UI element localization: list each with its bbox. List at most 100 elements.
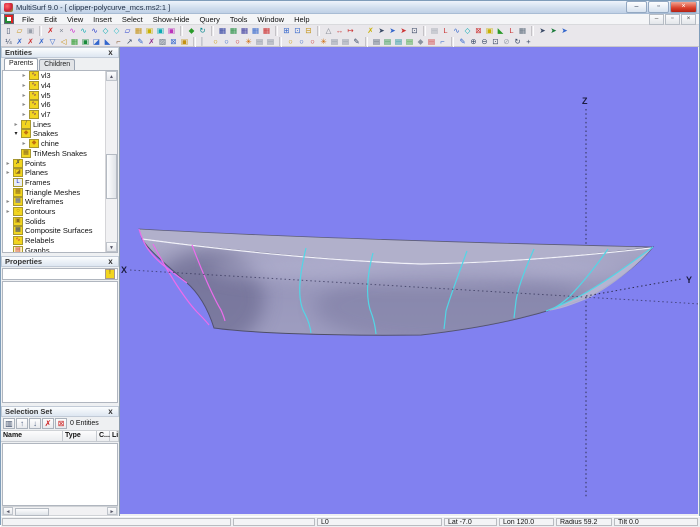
- rotate-view-button[interactable]: ↻: [512, 37, 523, 47]
- undo-button[interactable]: ↻: [197, 26, 208, 36]
- paste-special-button[interactable]: ▤: [404, 37, 415, 47]
- properties-close-icon[interactable]: x: [106, 257, 115, 266]
- zoom-out-button[interactable]: ⊖: [479, 37, 490, 47]
- expand-icon[interactable]: ▸: [5, 169, 11, 176]
- tree-item-frames[interactable]: LFrames: [3, 178, 106, 188]
- stamp-tool-button[interactable]: ▣: [179, 37, 190, 47]
- notes-pen-button[interactable]: ✎: [351, 37, 362, 47]
- tree-item-vl6[interactable]: ▸∿vl6: [3, 100, 106, 110]
- bulb-select-button[interactable]: ○: [296, 37, 307, 47]
- flag-red-button[interactable]: ▤: [426, 37, 437, 47]
- tree-item-vl5[interactable]: ▸∿vl5: [3, 90, 106, 100]
- hide-bulb-red-button[interactable]: ○: [232, 37, 243, 47]
- properties-pin-icon[interactable]: !: [105, 269, 115, 279]
- edge-tool-button[interactable]: ⌐: [113, 37, 124, 47]
- insert-composite-button[interactable]: ▣: [166, 26, 177, 36]
- bulb-gear-button[interactable]: ✳: [318, 37, 329, 47]
- pointer-plain-button[interactable]: ➤: [537, 26, 548, 36]
- menu-select[interactable]: Select: [117, 14, 148, 24]
- net-tool-button[interactable]: ◇: [462, 26, 473, 36]
- surf-sweep-button[interactable]: ◣: [102, 37, 113, 47]
- cross-tool-button[interactable]: ⊠: [168, 37, 179, 47]
- layers-d-button[interactable]: ▤: [340, 37, 351, 47]
- tree-item-relabels[interactable]: ∿Relabels: [3, 236, 106, 246]
- blank-entity-button[interactable]: ▤: [429, 26, 440, 36]
- bulb-hide-button[interactable]: ○: [307, 37, 318, 47]
- view-wireframe-button[interactable]: ▦: [217, 26, 228, 36]
- column-header-type[interactable]: Type: [63, 431, 97, 442]
- expand-icon[interactable]: ▸: [21, 72, 27, 79]
- nudge-extend-button[interactable]: ↦: [345, 26, 356, 36]
- measure-triangle-button[interactable]: △: [323, 26, 334, 36]
- move-down-button[interactable]: ↓: [29, 418, 41, 429]
- expand-icon[interactable]: ▸: [21, 111, 27, 118]
- mdi-restore-button[interactable]: ▫: [665, 14, 680, 25]
- tab-parents[interactable]: Parents: [4, 58, 38, 70]
- snap-grid-button[interactable]: ⊞: [281, 26, 292, 36]
- scroll-down-icon[interactable]: ▼: [106, 242, 117, 252]
- insert-snake-button[interactable]: ◇: [100, 26, 111, 36]
- remove-all-button[interactable]: ⊠: [55, 418, 67, 429]
- point-x-proj-button[interactable]: ✗: [36, 37, 47, 47]
- insert-surface-blue-button[interactable]: ▱: [122, 26, 133, 36]
- bulb-all-button[interactable]: ○: [285, 37, 296, 47]
- expand-icon[interactable]: ▸: [5, 160, 11, 167]
- minimize-button[interactable]: –: [626, 1, 647, 13]
- scroll-left-icon[interactable]: ◄: [3, 507, 13, 515]
- sketch-tool-button[interactable]: ✎: [135, 37, 146, 47]
- copy-entity-button[interactable]: ▤: [371, 37, 382, 47]
- surf-blend-button[interactable]: ▣: [80, 37, 91, 47]
- columns-button[interactable]: ▥: [3, 418, 15, 429]
- insert-point-button[interactable]: ×: [56, 26, 67, 36]
- layers-b-button[interactable]: ▤: [265, 37, 276, 47]
- column-header-name[interactable]: Name: [1, 431, 63, 442]
- menu-help[interactable]: Help: [289, 14, 314, 24]
- entities-close-icon[interactable]: x: [106, 48, 115, 57]
- view-render-button[interactable]: ▦: [261, 26, 272, 36]
- l-frame-tool-button[interactable]: L: [506, 26, 517, 36]
- open-file-button[interactable]: ▱: [14, 26, 25, 36]
- curve-tool-button[interactable]: ∿: [451, 26, 462, 36]
- phone-support-button[interactable]: L: [440, 26, 451, 36]
- tree-item-wireframes[interactable]: ▸▦Wireframes: [3, 197, 106, 207]
- zoom-window-button[interactable]: ⊡: [490, 37, 501, 47]
- select-cursor-button[interactable]: ➤: [376, 26, 387, 36]
- tree-item-contours[interactable]: ▸○Contours: [3, 207, 106, 217]
- select-box-button[interactable]: ⊡: [409, 26, 420, 36]
- menu-edit[interactable]: Edit: [39, 14, 62, 24]
- remove-entity-button[interactable]: ✗: [42, 418, 54, 429]
- tree-item-triangle-meshes[interactable]: ▦Triangle Meshes: [3, 187, 106, 197]
- layout-split-button[interactable]: ⊟: [303, 26, 314, 36]
- layers-a-button[interactable]: ▤: [254, 37, 265, 47]
- show-gear-button[interactable]: ✳: [243, 37, 254, 47]
- view-quad-button[interactable]: ▦: [239, 26, 250, 36]
- menu-tools[interactable]: Tools: [225, 14, 253, 24]
- scroll-up-icon[interactable]: ▲: [106, 71, 117, 81]
- 3d-viewport[interactable]: Z X Y: [120, 47, 698, 514]
- pointer-query-button[interactable]: ➤: [559, 26, 570, 36]
- new-file-button[interactable]: ▯: [3, 26, 14, 36]
- mdi-minimize-button[interactable]: –: [649, 14, 664, 25]
- show-divider-button[interactable]: ▏: [199, 37, 210, 47]
- tree-item-vl3[interactable]: ▸∿vl3: [3, 71, 106, 81]
- view-perspective-button[interactable]: ▦: [250, 26, 261, 36]
- bullet-gray-button[interactable]: ◆: [415, 37, 426, 47]
- menu-window[interactable]: Window: [252, 14, 289, 24]
- point-x-red-button[interactable]: ✗: [25, 37, 36, 47]
- surf-ruled-button[interactable]: ◪: [91, 37, 102, 47]
- insert-curve-blue-button[interactable]: ∿: [89, 26, 100, 36]
- mark-entity-button[interactable]: ✗: [365, 26, 376, 36]
- surf-fit-button[interactable]: ▦: [69, 37, 80, 47]
- collapse-icon[interactable]: ▾: [13, 130, 19, 137]
- expand-icon[interactable]: ▸: [21, 82, 27, 89]
- expand-icon[interactable]: ▸: [5, 198, 11, 205]
- tree-item-vl7[interactable]: ▸∿vl7: [3, 110, 106, 120]
- tree-item-vl4[interactable]: ▸∿vl4: [3, 81, 106, 91]
- tree-item-points[interactable]: ▸✗Points: [3, 158, 106, 168]
- tree-item-composite-surfaces[interactable]: ▦Composite Surfaces: [3, 226, 106, 236]
- select-remove-button[interactable]: ➤: [398, 26, 409, 36]
- column-header-li[interactable]: Li: [110, 431, 119, 442]
- hscrollbar-thumb[interactable]: [15, 508, 49, 516]
- snap-point-button[interactable]: ⊡: [292, 26, 303, 36]
- show-bulb-button[interactable]: ○: [210, 37, 221, 47]
